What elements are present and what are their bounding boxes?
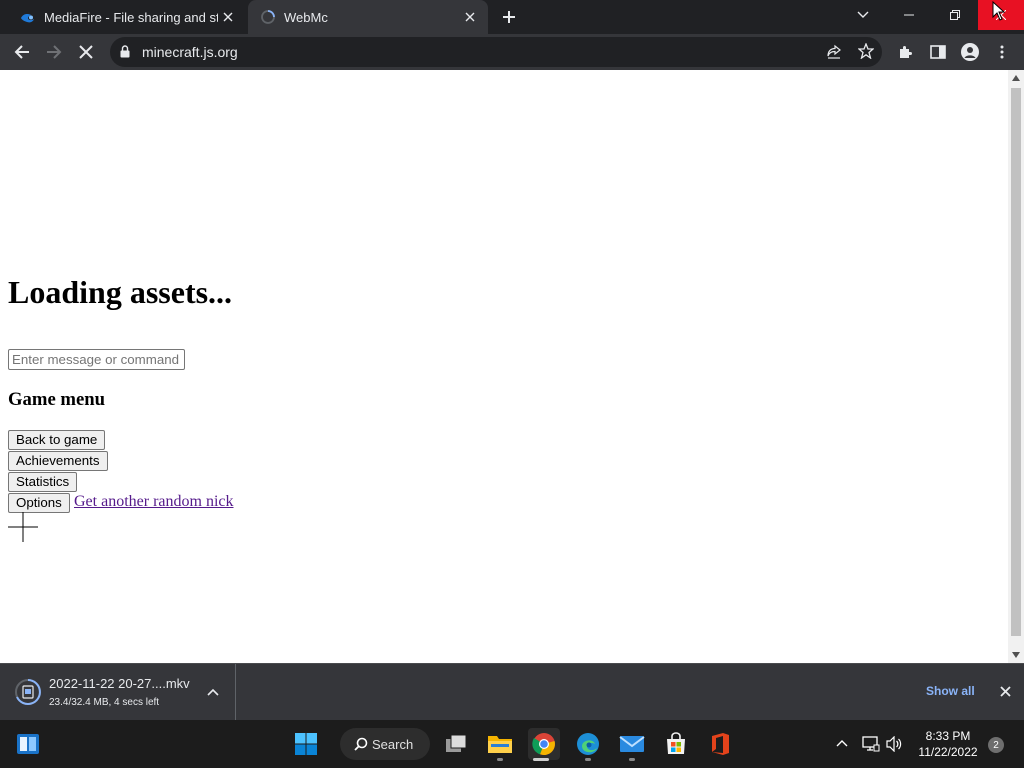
- folder-icon: [488, 736, 512, 753]
- loading-heading: Loading assets...: [8, 274, 233, 310]
- download-shelf: 2022-11-22 20-27....mkv 23.4/32.4 MB, 4 …: [0, 663, 1024, 720]
- task-view-icon: [446, 734, 467, 752]
- start-button[interactable]: [290, 728, 322, 760]
- game-menu-title: Game menu: [8, 389, 106, 410]
- url-text: minecraft.js.org: [142, 44, 238, 60]
- web-page: Loading assets... Game menu Back to game…: [0, 70, 1008, 663]
- tab-title: MediaFire - File sharing and stora: [44, 9, 218, 25]
- plus-icon: [503, 11, 515, 23]
- windows-taskbar: Search 8:33 PM 11/22/2022: [0, 720, 1024, 768]
- random-nick-link[interactable]: Get another random nick: [74, 493, 234, 511]
- tab-strip: MediaFire - File sharing and stora WebMc: [0, 0, 1024, 34]
- office-icon: [712, 733, 729, 755]
- share-icon[interactable]: [826, 44, 842, 60]
- achievements-button[interactable]: Achievements: [8, 451, 108, 471]
- clock-date: 11/22/2022: [918, 745, 978, 759]
- scroll-down-icon[interactable]: [1012, 652, 1020, 658]
- restore-icon: [950, 10, 960, 20]
- edge-icon: [577, 733, 599, 755]
- chat-input[interactable]: [8, 349, 185, 370]
- puzzle-icon: [900, 46, 912, 58]
- close-icon: [79, 45, 93, 59]
- mouse-cursor-icon: [992, 1, 1006, 21]
- forward-button[interactable]: [42, 40, 66, 64]
- bookmark-star-icon[interactable]: [858, 43, 874, 59]
- stop-loading-button[interactable]: [74, 40, 98, 64]
- widgets-button[interactable]: [12, 728, 44, 760]
- clock-time: 8:33 PM: [925, 729, 971, 743]
- show-all-downloads-button[interactable]: Show all: [926, 684, 975, 698]
- widgets-icon: [17, 734, 39, 754]
- menu-button[interactable]: [990, 40, 1014, 64]
- file-explorer-button[interactable]: [484, 728, 516, 760]
- running-indicator: [497, 758, 503, 761]
- chrome-icon: [532, 733, 555, 756]
- chevron-up-icon[interactable]: [836, 739, 848, 747]
- tab-search-button[interactable]: [850, 0, 876, 30]
- side-panel-button[interactable]: [926, 40, 950, 64]
- close-shelf-icon[interactable]: [1000, 686, 1011, 697]
- address-bar[interactable]: minecraft.js.org: [110, 37, 882, 67]
- mail-button[interactable]: [616, 728, 648, 760]
- search-icon: [354, 737, 368, 751]
- close-tab-icon[interactable]: [218, 7, 238, 27]
- side-panel-icon: [930, 45, 946, 59]
- taskbar-search[interactable]: Search: [340, 728, 430, 760]
- volume-icon[interactable]: [886, 736, 904, 752]
- avatar-icon: [961, 43, 979, 61]
- scroll-up-icon[interactable]: [1012, 75, 1020, 81]
- new-tab-button[interactable]: [498, 6, 520, 28]
- running-indicator: [629, 758, 635, 761]
- edge-button[interactable]: [572, 728, 604, 760]
- scrollbar-thumb[interactable]: [1011, 88, 1021, 636]
- statistics-button[interactable]: Statistics: [8, 472, 78, 492]
- download-progress-icon: [15, 679, 41, 705]
- chrome-button[interactable]: [528, 728, 560, 760]
- loading-spinner-icon: [261, 10, 275, 24]
- tab-mediafire[interactable]: MediaFire - File sharing and stora: [8, 0, 246, 34]
- browser-toolbar: minecraft.js.org: [0, 34, 1024, 70]
- store-icon: [667, 732, 685, 754]
- options-button[interactable]: Options: [8, 493, 70, 513]
- page-scrollbar[interactable]: [1008, 70, 1024, 663]
- download-filename: 2022-11-22 20-27....mkv: [49, 676, 190, 691]
- windows-logo-icon: [295, 733, 317, 755]
- more-vert-icon: [1000, 45, 1004, 59]
- extensions-button[interactable]: [894, 40, 918, 64]
- mail-icon: [619, 736, 645, 752]
- chevron-up-icon[interactable]: [207, 688, 219, 696]
- tab-title: WebMc: [284, 9, 328, 25]
- lock-icon: [120, 45, 130, 58]
- download-item[interactable]: 2022-11-22 20-27....mkv 23.4/32.4 MB, 4 …: [8, 664, 236, 720]
- arrow-left-icon: [14, 45, 29, 59]
- download-status: 23.4/32.4 MB, 4 secs left: [49, 697, 160, 708]
- mediafire-icon: [21, 14, 34, 23]
- arrow-right-icon: [47, 45, 62, 59]
- back-button[interactable]: [10, 40, 34, 64]
- crosshair-icon: [8, 512, 38, 542]
- search-label: Search: [372, 736, 414, 752]
- active-indicator: [533, 758, 549, 761]
- tab-webmc[interactable]: WebMc: [248, 0, 488, 34]
- network-icon[interactable]: [862, 736, 880, 752]
- office-button[interactable]: [704, 728, 736, 760]
- profile-button[interactable]: [958, 40, 982, 64]
- task-view-button[interactable]: [440, 728, 472, 760]
- restore-button[interactable]: [932, 0, 978, 30]
- minimize-icon: [904, 14, 914, 16]
- close-tab-icon[interactable]: [460, 7, 480, 27]
- minimize-button[interactable]: [886, 0, 932, 30]
- back-to-game-button[interactable]: Back to game: [8, 430, 106, 450]
- running-indicator: [585, 758, 591, 761]
- store-button[interactable]: [660, 728, 692, 760]
- notification-badge[interactable]: 2: [988, 737, 1004, 753]
- chevron-down-icon: [857, 11, 869, 18]
- system-clock[interactable]: 8:33 PM 11/22/2022: [908, 728, 988, 760]
